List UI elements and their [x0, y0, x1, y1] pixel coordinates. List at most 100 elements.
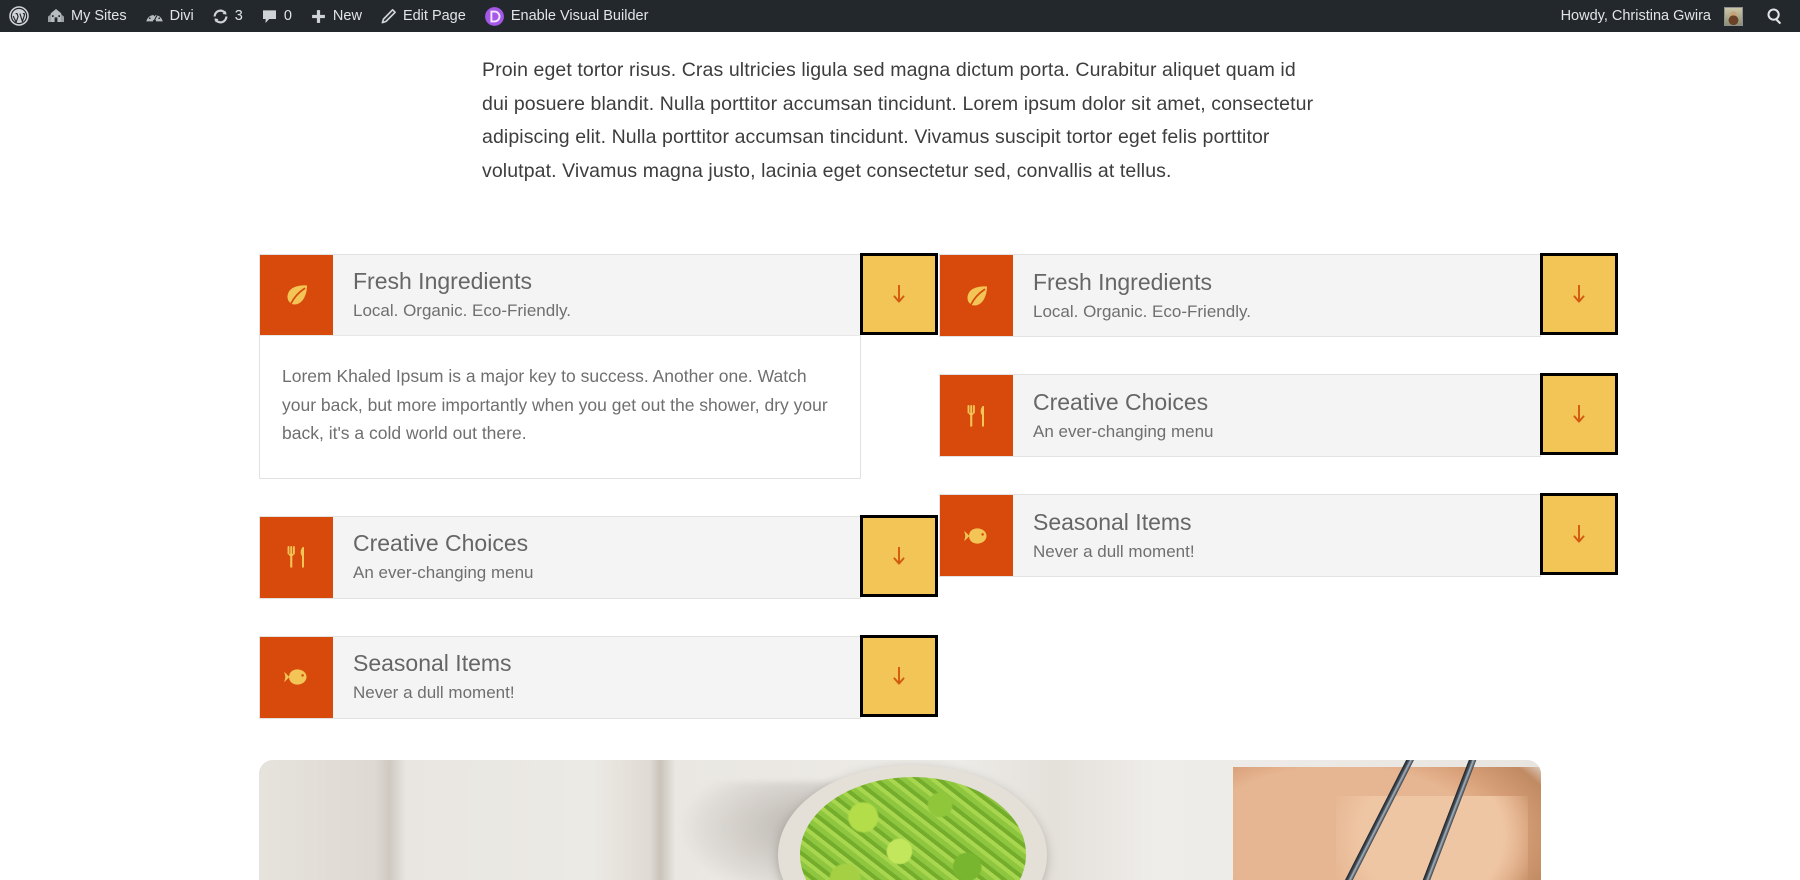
admin-bar-item-comments[interactable]: 0: [252, 0, 301, 32]
wordpress-icon: [9, 6, 29, 26]
chopped-green-onions: [799, 777, 1026, 880]
arrow-down-icon: [1567, 280, 1591, 308]
divi-speedometer-icon: [145, 8, 164, 24]
toggle-open-close-button[interactable]: [860, 634, 938, 717]
toggle-left-creative-choices[interactable]: Creative Choices An ever-changing menu: [259, 514, 938, 599]
toggle-title-bar[interactable]: Seasonal Items Never a dull moment!: [940, 495, 1540, 576]
toggle-open-close-button[interactable]: [1540, 373, 1618, 455]
page-content: Proin eget tortor risus. Cras ultricies …: [0, 32, 1800, 880]
toggle-open-close-button[interactable]: [860, 253, 938, 335]
toggle-left-seasonal-items[interactable]: Seasonal Items Never a dull moment!: [259, 634, 938, 719]
plus-icon: [310, 8, 327, 25]
admin-bar-label-updates-count: 3: [234, 8, 243, 24]
toggle-modules-container: Fresh Ingredients Local. Organic. Eco-Fr…: [259, 253, 1618, 719]
toggle-headings: Seasonal Items Never a dull moment!: [1013, 495, 1540, 576]
toggle-subheading: Local. Organic. Eco-Friendly.: [353, 301, 571, 320]
toggle-icon-box: [940, 375, 1013, 456]
arrow-down-icon: [1567, 520, 1591, 548]
admin-bar-my-account[interactable]: Howdy, Christina Gwira: [1552, 0, 1752, 32]
avatar: [1724, 6, 1743, 26]
toggle-shell: Fresh Ingredients Local. Organic. Eco-Fr…: [259, 254, 861, 479]
admin-bar-label-edit-page: Edit Page: [402, 8, 466, 24]
toggle-icon-box: [940, 495, 1013, 576]
toggle-right-seasonal-items[interactable]: Seasonal Items Never a dull moment!: [939, 493, 1618, 577]
toggle-subheading: An ever-changing menu: [1033, 421, 1214, 441]
admin-bar-right-group: Howdy, Christina Gwira: [1552, 0, 1800, 32]
comment-bubble-icon: [261, 8, 278, 25]
toggle-headings: Fresh Ingredients Local. Organic. Eco-Fr…: [1013, 255, 1540, 336]
toggle-body-text: Lorem Khaled Ipsum is a major key to suc…: [282, 366, 828, 443]
divi-d-icon: [484, 6, 505, 27]
toggle-left-fresh-ingredients[interactable]: Fresh Ingredients Local. Organic. Eco-Fr…: [259, 253, 938, 479]
toggle-right-creative-choices[interactable]: Creative Choices An ever-changing menu: [939, 373, 1618, 457]
toggle-shell: Seasonal Items Never a dull moment!: [259, 635, 861, 719]
howdy-greeting: Howdy, Christina Gwira: [1560, 8, 1711, 24]
toggle-open-close-button[interactable]: [1540, 493, 1618, 575]
admin-bar-label-enable-visual-builder: Enable Visual Builder: [510, 8, 649, 24]
fork-knife-icon: [963, 402, 991, 430]
toggle-heading: Seasonal Items: [1033, 508, 1192, 535]
toggle-icon-box: [940, 255, 1013, 336]
right-column: Fresh Ingredients Local. Organic. Eco-Fr…: [939, 253, 1618, 719]
photo-composition: [259, 760, 1541, 880]
leaf-icon: [962, 281, 992, 311]
arrow-down-icon: [887, 280, 911, 308]
toggle-icon-box: [260, 255, 333, 335]
toggle-title-bar[interactable]: Creative Choices An ever-changing menu: [260, 516, 860, 598]
toggle-headings: Fresh Ingredients Local. Organic. Eco-Fr…: [333, 255, 860, 335]
wp-admin-bar: My Sites Divi 3 0 New Edit Page Enable V…: [0, 0, 1800, 32]
toggle-headings: Creative Choices An ever-changing menu: [333, 517, 860, 598]
toggle-headings: Seasonal Items Never a dull moment!: [333, 637, 860, 718]
admin-bar-wordpress-logo[interactable]: [0, 0, 38, 32]
toggle-title-bar[interactable]: Fresh Ingredients Local. Organic. Eco-Fr…: [940, 255, 1540, 336]
toggle-headings: Creative Choices An ever-changing menu: [1013, 375, 1540, 456]
arrow-down-icon: [887, 662, 911, 690]
admin-bar-item-updates[interactable]: 3: [203, 0, 252, 32]
toggle-shell: Creative Choices An ever-changing menu: [259, 515, 861, 599]
toggle-open-close-button[interactable]: [1540, 253, 1618, 335]
toggle-shell: Seasonal Items Never a dull moment!: [939, 494, 1541, 577]
toggle-subheading: Never a dull moment!: [353, 683, 515, 702]
food-preparation-photo: [259, 760, 1541, 880]
admin-bar-item-divi[interactable]: Divi: [136, 0, 203, 32]
toggle-title-bar[interactable]: Seasonal Items Never a dull moment!: [260, 636, 860, 718]
toggle-shell: Fresh Ingredients Local. Organic. Eco-Fr…: [939, 254, 1541, 337]
toggle-heading: Fresh Ingredients: [1033, 268, 1212, 295]
toggle-heading: Creative Choices: [353, 530, 529, 556]
admin-bar-item-new[interactable]: New: [301, 0, 371, 32]
fork-knife-icon: [283, 543, 311, 571]
left-column: Fresh Ingredients Local. Organic. Eco-Fr…: [259, 253, 938, 719]
updates-icon: [212, 8, 229, 25]
toggle-subheading: Never a dull moment!: [1033, 541, 1195, 561]
admin-bar-label-my-sites: My Sites: [71, 8, 127, 24]
toggle-heading: Creative Choices: [1033, 388, 1209, 415]
toggle-title-bar[interactable]: Creative Choices An ever-changing menu: [940, 375, 1540, 456]
toggle-body: Lorem Khaled Ipsum is a major key to suc…: [260, 336, 860, 478]
toggle-subheading: An ever-changing menu: [353, 563, 534, 582]
admin-bar-label-divi: Divi: [169, 8, 194, 24]
fish-icon: [962, 523, 992, 549]
sites-icon: [47, 8, 65, 24]
admin-bar-item-edit-page[interactable]: Edit Page: [371, 0, 475, 32]
admin-bar-label-new: New: [332, 8, 362, 24]
admin-bar-search-button[interactable]: [1752, 0, 1800, 32]
admin-bar-item-my-sites[interactable]: My Sites: [38, 0, 136, 32]
arrow-down-icon: [887, 542, 911, 570]
leaf-icon: [282, 280, 312, 310]
admin-bar-item-enable-visual-builder[interactable]: Enable Visual Builder: [475, 0, 658, 32]
toggle-icon-box: [260, 636, 333, 718]
search-icon: [1766, 7, 1784, 25]
toggle-icon-box: [260, 516, 333, 598]
toggle-shell: Creative Choices An ever-changing menu: [939, 374, 1541, 457]
admin-bar-left-group: My Sites Divi 3 0 New Edit Page Enable V…: [0, 0, 657, 32]
toggle-heading: Seasonal Items: [353, 650, 512, 676]
arrow-down-icon: [1567, 400, 1591, 428]
intro-paragraph: Proin eget tortor risus. Cras ultricies …: [482, 59, 1314, 182]
toggle-subheading: Local. Organic. Eco-Friendly.: [1033, 301, 1251, 321]
pencil-icon: [380, 8, 397, 25]
toggle-open-close-button[interactable]: [860, 514, 938, 597]
fish-icon: [282, 664, 312, 690]
toggle-title-bar[interactable]: Fresh Ingredients Local. Organic. Eco-Fr…: [260, 255, 860, 336]
toggle-heading: Fresh Ingredients: [353, 268, 532, 294]
toggle-right-fresh-ingredients[interactable]: Fresh Ingredients Local. Organic. Eco-Fr…: [939, 253, 1618, 337]
